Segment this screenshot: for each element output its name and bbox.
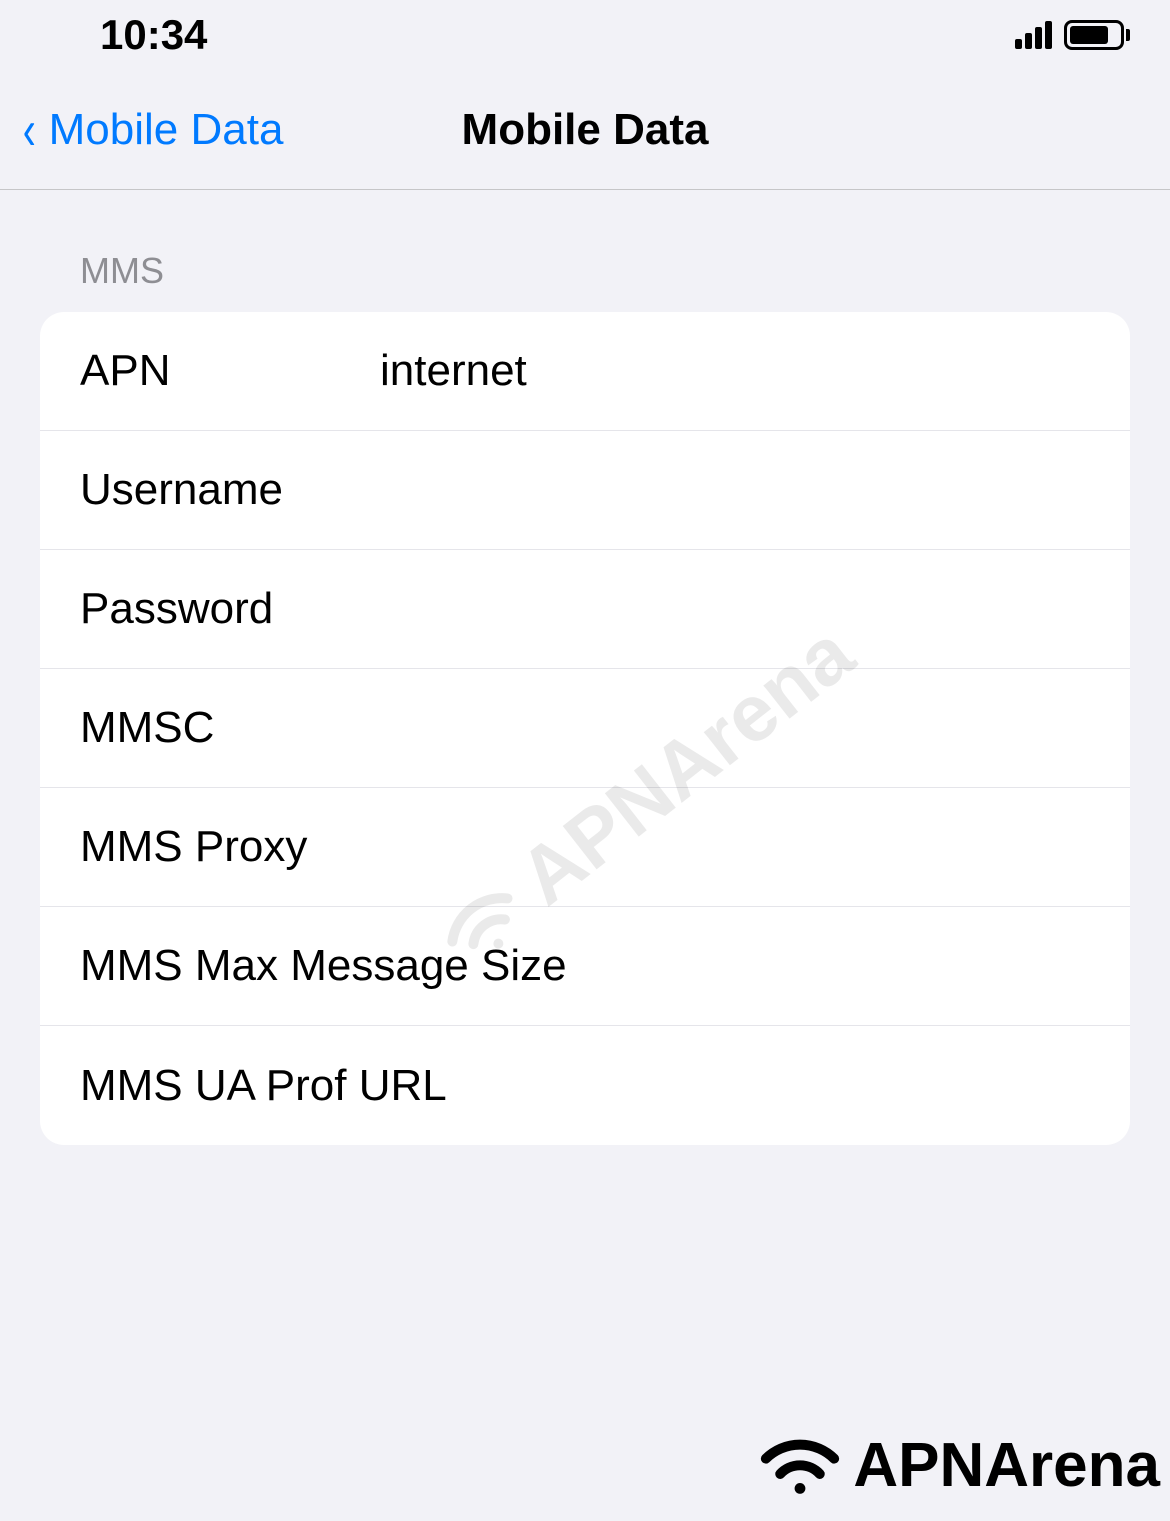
row-label-mms-ua-prof: MMS UA Prof URL [80, 1061, 447, 1111]
settings-row-mms-proxy[interactable]: MMS Proxy [40, 788, 1130, 907]
mms-max-size-field[interactable] [567, 941, 1130, 991]
row-label-mmsc: MMSC [80, 703, 380, 753]
row-label-apn: APN [80, 346, 380, 396]
settings-row-password[interactable]: Password [40, 550, 1130, 669]
row-label-username: Username [80, 465, 380, 515]
cellular-signal-icon [1015, 21, 1052, 49]
back-label: Mobile Data [49, 105, 284, 155]
settings-row-mms-max-message-size[interactable]: MMS Max Message Size [40, 907, 1130, 1026]
wifi-icon [755, 1429, 845, 1501]
status-bar: 10:34 [0, 0, 1170, 70]
settings-row-apn[interactable]: APN [40, 312, 1130, 431]
watermark-bottom: APNArena [755, 1429, 1160, 1501]
watermark-bottom-text: APNArena [853, 1430, 1160, 1501]
password-field[interactable] [380, 584, 1090, 634]
settings-row-mmsc[interactable]: MMSC [40, 669, 1130, 788]
battery-icon [1064, 20, 1130, 50]
settings-group-mms: APN Username Password MMSC MMS Proxy MMS… [40, 312, 1130, 1145]
content-area: MMS APN Username Password MMSC MMS Proxy… [0, 190, 1170, 1145]
chevron-left-icon: ‹ [23, 97, 36, 162]
status-time: 10:34 [100, 11, 207, 59]
navigation-bar: ‹ Mobile Data Mobile Data [0, 70, 1170, 190]
settings-row-username[interactable]: Username [40, 431, 1130, 550]
mms-proxy-field[interactable] [380, 822, 1090, 872]
settings-row-mms-ua-prof-url[interactable]: MMS UA Prof URL [40, 1026, 1130, 1145]
status-indicators [1015, 20, 1130, 50]
apn-field[interactable] [380, 346, 1090, 396]
mms-ua-prof-field[interactable] [447, 1061, 1090, 1111]
mmsc-field[interactable] [380, 703, 1090, 753]
row-label-mms-max-size: MMS Max Message Size [80, 941, 567, 991]
page-title: Mobile Data [462, 105, 709, 155]
row-label-password: Password [80, 584, 380, 634]
row-label-mms-proxy: MMS Proxy [80, 822, 380, 872]
back-button[interactable]: ‹ Mobile Data [0, 97, 283, 162]
section-header-mms: MMS [40, 250, 1130, 312]
username-field[interactable] [380, 465, 1090, 515]
